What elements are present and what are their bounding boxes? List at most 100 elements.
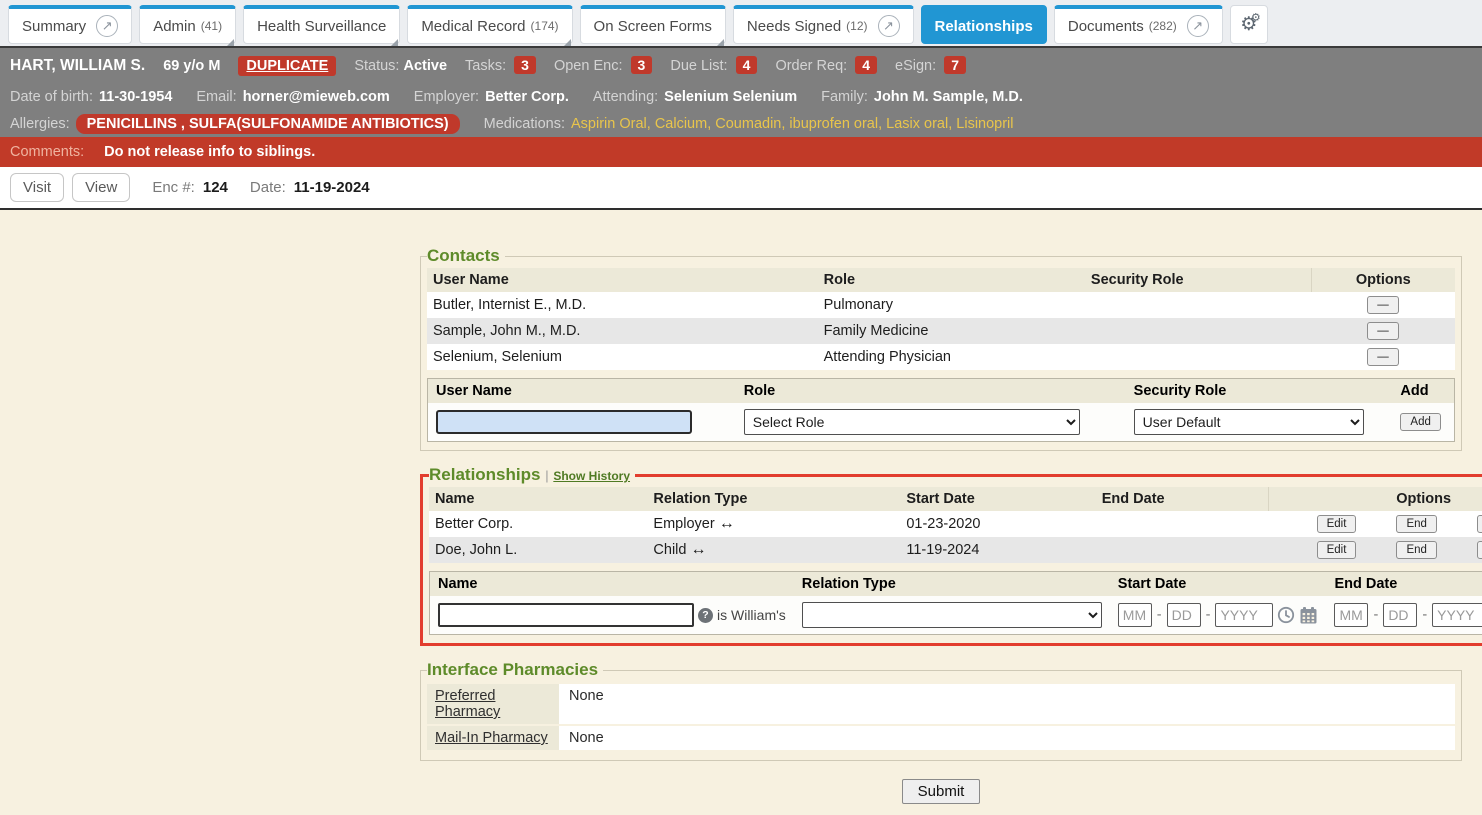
add-contact-col-role: Role <box>736 379 1126 403</box>
end-relationship-button[interactable]: End <box>1396 541 1436 559</box>
tab-bar: Summary ↗ Admin (41) Health Surveillance… <box>0 0 1482 48</box>
contact-security-role <box>1085 318 1311 344</box>
order-req-badge[interactable]: 4 <box>855 56 877 74</box>
tab-health-surveillance[interactable]: Health Surveillance <box>243 5 400 44</box>
tab-documents[interactable]: Documents (282) ↗ <box>1054 5 1223 44</box>
comments-value: Do not release info to siblings. <box>104 144 315 160</box>
contact-security-role-select[interactable]: User Default <box>1134 409 1364 435</box>
calendar-icon[interactable] <box>1299 606 1318 625</box>
external-link-icon[interactable]: ↗ <box>878 15 900 37</box>
edit-relationship-button[interactable]: Edit <box>1317 541 1357 559</box>
preferred-pharmacy-value: None <box>559 684 1455 724</box>
tab-relationships[interactable]: Relationships <box>921 5 1047 44</box>
medication-link[interactable]: Calcium <box>655 116 707 132</box>
help-icon[interactable]: ? <box>698 608 713 623</box>
end-month-input[interactable] <box>1334 603 1368 627</box>
end-relationship-button[interactable]: End <box>1396 515 1436 533</box>
tab-on-screen-forms-label: On Screen Forms <box>594 18 712 35</box>
relationships-title: Relationships | Show History <box>429 465 635 485</box>
add-contact-button[interactable]: Add <box>1400 413 1440 431</box>
medication-link[interactable]: Coumadin <box>715 116 781 132</box>
tab-medical-record[interactable]: Medical Record (174) <box>407 5 572 44</box>
contact-role-select[interactable]: Select Role <box>744 409 1080 435</box>
tab-summary[interactable]: Summary ↗ <box>8 5 132 44</box>
pharmacy-row: Preferred Pharmacy None <box>427 684 1455 724</box>
tab-medical-record-count: (174) <box>531 19 559 33</box>
relationship-row: Better Corp. Employer ↔ 01-23-2020 Edit … <box>429 511 1482 537</box>
medication-link[interactable]: Lisinopril <box>956 116 1013 132</box>
delete-relationship-button[interactable]: Delete <box>1477 515 1482 533</box>
duplicate-flag[interactable]: DUPLICATE <box>238 56 336 76</box>
add-rel-col-relation-type: Relation Type <box>794 572 1110 596</box>
allergies-value[interactable]: PENICILLINS , SULFA(SULFONAMIDE ANTIBIOT… <box>76 114 460 134</box>
contact-role: Attending Physician <box>818 344 1085 370</box>
relationship-end-date <box>1096 511 1268 537</box>
external-link-icon[interactable]: ↗ <box>96 15 118 37</box>
open-enc-badge[interactable]: 3 <box>631 56 653 74</box>
pharmacies-title: Interface Pharmacies <box>427 660 603 680</box>
esign-badge[interactable]: 7 <box>944 56 966 74</box>
encounter-toolbar: Visit View Enc #: 124 Date: 11-19-2024 <box>0 167 1482 210</box>
tab-admin[interactable]: Admin (41) <box>139 5 236 44</box>
start-year-input[interactable] <box>1215 603 1273 627</box>
tab-needs-signed-label: Needs Signed <box>747 18 841 35</box>
tasks-badge[interactable]: 3 <box>514 56 536 74</box>
medication-link[interactable]: Aspirin Oral <box>571 116 647 132</box>
visit-button[interactable]: Visit <box>10 173 64 202</box>
tab-needs-signed[interactable]: Needs Signed (12) ↗ <box>733 5 914 44</box>
relationship-row: Doe, John L. Child ↔ 11-19-2024 Edit End… <box>429 537 1482 563</box>
order-req-label: Order Req: <box>775 58 847 74</box>
edit-relationship-button[interactable]: Edit <box>1317 515 1357 533</box>
medication-link[interactable]: ibuprofen oral <box>789 116 878 132</box>
remove-contact-button[interactable]: — <box>1367 348 1399 366</box>
tab-on-screen-forms[interactable]: On Screen Forms <box>580 5 726 44</box>
relation-type-select[interactable] <box>802 602 1102 628</box>
contacts-title: Contacts <box>427 246 505 266</box>
rel-col-name: Name <box>429 487 647 511</box>
mail-in-pharmacy-link[interactable]: Mail-In Pharmacy <box>435 730 548 746</box>
add-rel-col-name: Name <box>430 572 794 596</box>
add-relationship-box: Name Relation Type Start Date End Date A… <box>429 571 1482 635</box>
show-history-link[interactable]: Show History <box>553 469 630 483</box>
add-contact-col-user-name: User Name <box>428 379 736 403</box>
allergies-label: Allergies: <box>10 116 70 132</box>
employer-value: Better Corp. <box>485 89 569 105</box>
legend-separator: | <box>545 468 548 483</box>
contacts-col-options: Options <box>1311 268 1455 292</box>
dob-label: Date of birth: <box>10 89 93 105</box>
relationship-name: Better Corp. <box>429 511 647 537</box>
clock-icon[interactable] <box>1277 606 1295 624</box>
contacts-col-security-role: Security Role <box>1085 268 1311 292</box>
start-day-input[interactable] <box>1167 603 1201 627</box>
esign-label: eSign: <box>895 58 936 74</box>
tab-health-surveillance-label: Health Surveillance <box>257 18 386 35</box>
external-link-icon[interactable]: ↗ <box>1187 15 1209 37</box>
medication-link[interactable]: Lasix oral <box>886 116 948 132</box>
rel-col-end-date: End Date <box>1096 487 1268 511</box>
mail-in-pharmacy-value: None <box>559 726 1455 750</box>
preferred-pharmacy-link[interactable]: Preferred Pharmacy <box>435 688 500 720</box>
contacts-section: Contacts User Name Role Security Role Op… <box>420 246 1462 451</box>
start-month-input[interactable] <box>1118 603 1152 627</box>
contacts-table: User Name Role Security Role Options But… <box>427 268 1455 370</box>
family-label: Family: <box>821 89 868 105</box>
bidirectional-arrow-icon: ↔ <box>719 515 735 532</box>
date-dash: - <box>1422 607 1427 623</box>
date-dash: - <box>1206 607 1211 623</box>
remove-contact-button[interactable]: — <box>1367 322 1399 340</box>
status-label: Status: <box>354 58 399 74</box>
submit-button[interactable]: Submit <box>902 779 981 804</box>
remove-contact-button[interactable]: — <box>1367 296 1399 314</box>
open-enc-label: Open Enc: <box>554 58 623 74</box>
delete-relationship-button[interactable]: Delete <box>1477 541 1482 559</box>
family-value: John M. Sample, M.D. <box>874 89 1023 105</box>
relationship-name-input[interactable] <box>438 603 694 627</box>
add-rel-col-end-date: End Date <box>1326 572 1482 596</box>
end-day-input[interactable] <box>1383 603 1417 627</box>
due-list-badge[interactable]: 4 <box>736 56 758 74</box>
view-button[interactable]: View <box>72 173 130 202</box>
settings-button[interactable]: ⚙ ⚙ <box>1230 5 1268 44</box>
contact-row: Sample, John M., M.D. Family Medicine — <box>427 318 1455 344</box>
end-year-input[interactable] <box>1432 603 1482 627</box>
contact-user-name-input[interactable] <box>436 410 692 434</box>
